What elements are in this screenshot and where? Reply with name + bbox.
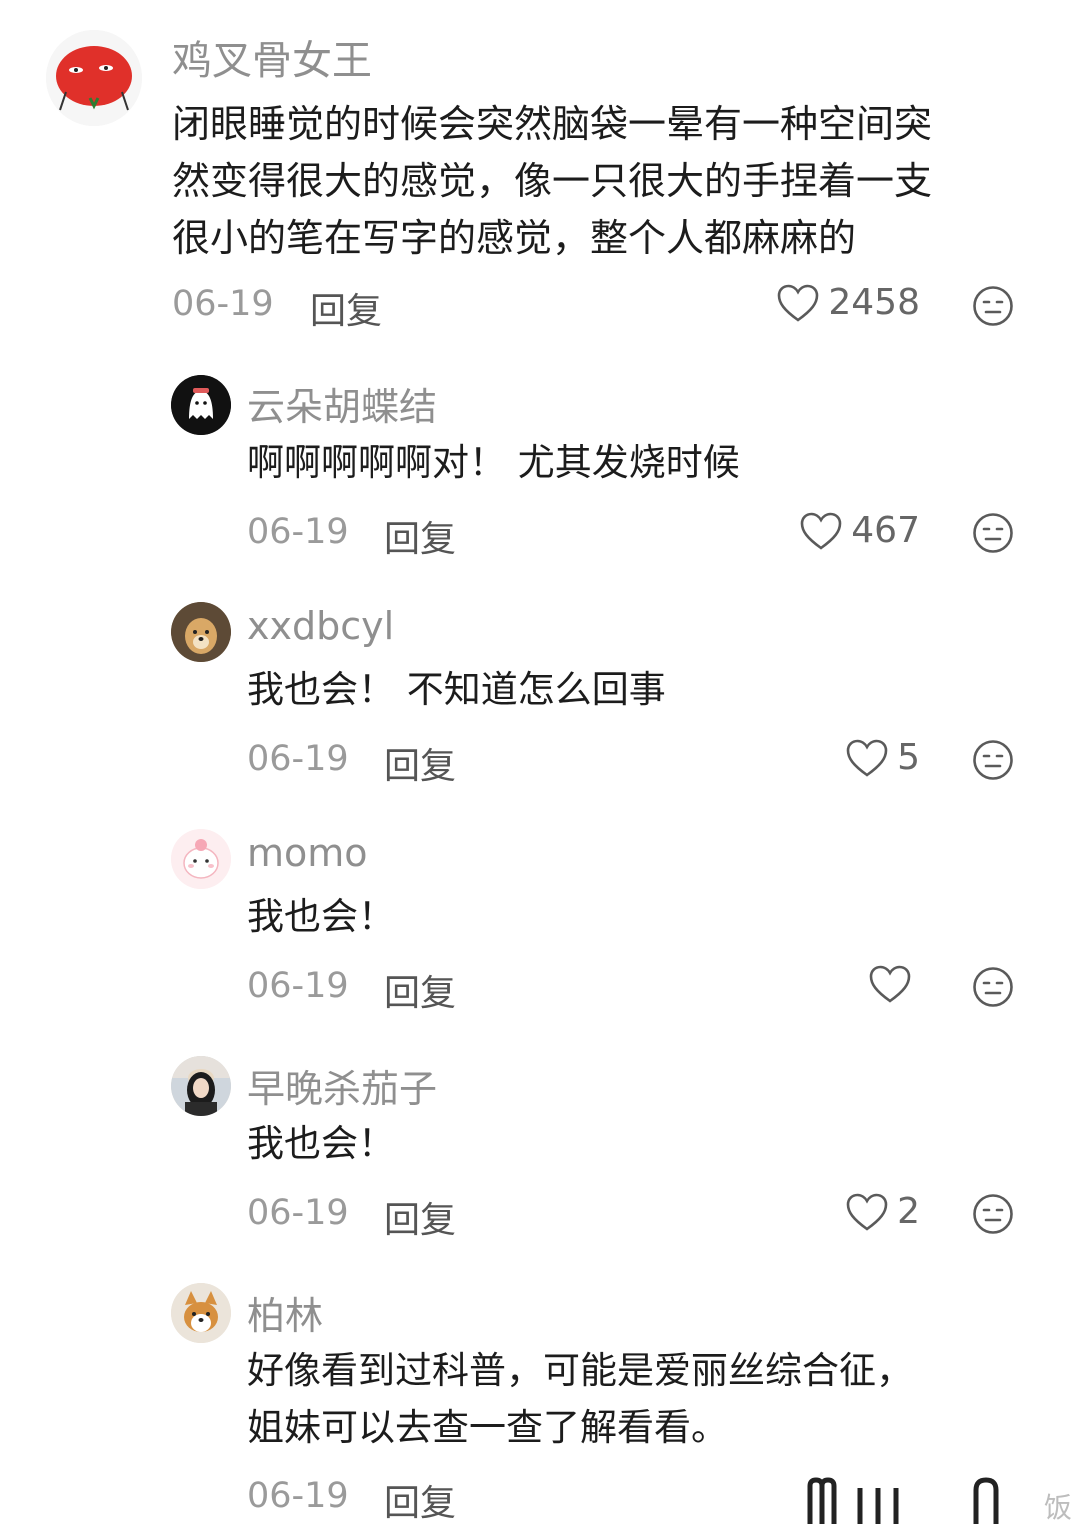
comment-username[interactable]: 鸡叉骨女王 [172, 28, 372, 86]
neutral-face-icon [973, 1194, 1013, 1234]
reply-date: 06-19 [247, 966, 349, 1006]
like-count: 2 [897, 1191, 920, 1232]
reply-date: 06-19 [247, 512, 349, 552]
neutral-face-icon [973, 286, 1013, 326]
red-tomato-avatar[interactable] [46, 30, 142, 126]
reply-button[interactable]: 回复 [310, 282, 382, 334]
like-button[interactable] [868, 964, 920, 1004]
reply-text: 好像看到过科普，可能是爱丽丝综合征， 姐妹可以去查一查了解看看。 [247, 1349, 913, 1449]
reply-username[interactable]: momo [247, 831, 368, 875]
reply-date: 06-19 [247, 739, 349, 779]
dislike-button[interactable] [972, 966, 1014, 1008]
reply-date: 06-19 [247, 1193, 349, 1233]
reply-button[interactable]: 回复 [384, 1191, 456, 1243]
like-button[interactable]: 5 [845, 737, 920, 778]
dislike-button[interactable] [972, 1193, 1014, 1235]
comment-date: 06-19 [172, 284, 274, 324]
like-button[interactable]: 2458 [776, 282, 920, 323]
neutral-face-icon [973, 740, 1013, 780]
partial-icon [807, 1477, 999, 1524]
heart-icon [846, 739, 888, 777]
comment-thread: 鸡叉骨女王 闭眼睡觉的时候会突然脑袋一晕有一种空间突 然变得很大的感觉，像一只很… [0, 0, 1080, 1532]
heart-icon [778, 284, 819, 322]
reply-button[interactable]: 回复 [384, 737, 456, 789]
corgi-avatar[interactable] [171, 1283, 231, 1343]
reply-username[interactable]: 早晚杀茄子 [247, 1058, 437, 1113]
reply-button[interactable]: 回复 [384, 1474, 456, 1526]
like-button[interactable]: 2 [845, 1191, 920, 1232]
reply-text: 我也会！ [247, 895, 395, 938]
neutral-face-icon [973, 967, 1013, 1007]
comment-text: 闭眼睡觉的时候会突然脑袋一晕有一种空间突 然变得很大的感觉，像一只很大的手捏着一… [172, 102, 933, 260]
reply-text: 啊啊啊啊啊对！ 尤其发烧时候 [247, 441, 740, 484]
reply-text: 我也会！ 不知道怎么回事 [247, 668, 666, 711]
reply-username[interactable]: 云朵胡蝶结 [247, 376, 437, 431]
reply-username[interactable]: xxdbcyl [247, 604, 394, 648]
heart-icon [800, 512, 842, 550]
reply-text: 我也会！ [247, 1122, 395, 1165]
pink-creature-avatar[interactable] [171, 829, 231, 889]
like-count: 5 [897, 737, 920, 778]
reply-button[interactable]: 回复 [384, 964, 456, 1016]
reply-button[interactable]: 回复 [384, 510, 456, 562]
watermark: 饭 [1043, 1491, 1072, 1524]
heart-icon [846, 1193, 888, 1231]
cropped-action-icons [800, 1476, 1010, 1526]
reply-date: 06-19 [247, 1476, 349, 1516]
like-count: 2458 [828, 282, 920, 323]
neutral-face-icon [973, 513, 1013, 553]
girl-avatar[interactable] [171, 1056, 231, 1116]
dislike-button[interactable] [972, 512, 1014, 554]
reply-username[interactable]: 柏林 [247, 1285, 323, 1340]
like-button[interactable]: 467 [799, 510, 920, 551]
dislike-button[interactable] [972, 739, 1014, 781]
heart-icon [869, 965, 911, 1003]
dislike-button[interactable] [972, 285, 1014, 327]
like-count: 467 [851, 510, 920, 551]
dog-avatar[interactable] [171, 602, 231, 662]
ghost-avatar[interactable] [171, 375, 231, 435]
